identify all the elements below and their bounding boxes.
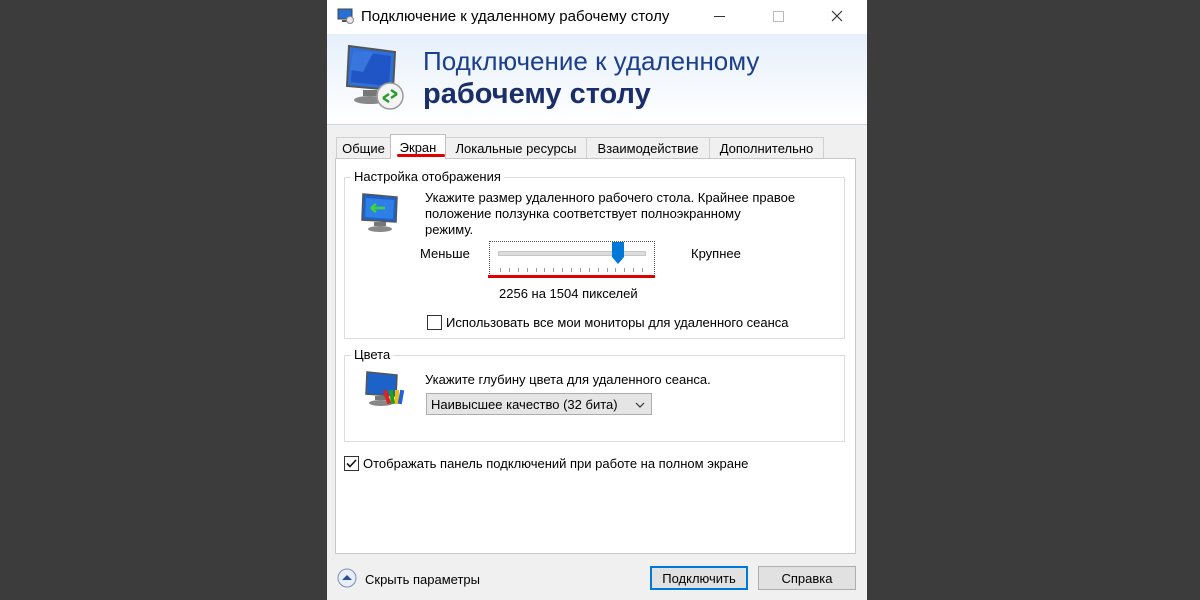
screen-size-slider[interactable] (489, 241, 655, 276)
remote-desktop-monitor-icon (345, 44, 404, 110)
display-monitor-icon (361, 193, 398, 232)
connection-bar-checkbox[interactable] (344, 456, 359, 471)
tab-advanced[interactable]: Дополнительно (709, 137, 824, 158)
maximize-button[interactable] (755, 0, 801, 32)
slider-min-label: Меньше (420, 246, 470, 261)
color-depth-value: Наивысшее качество (32 бита) (431, 396, 618, 412)
remote-desktop-app-icon (337, 8, 354, 24)
minimize-icon (713, 15, 725, 17)
slider-tick (606, 268, 608, 272)
slider-tick (642, 268, 643, 272)
tab-local-resources[interactable]: Локальные ресурсы (445, 137, 587, 158)
help-button[interactable]: Справка (758, 566, 856, 590)
color-palette-icon (365, 371, 405, 406)
tab-display-label: Экран (399, 139, 437, 155)
color-depth-description: Укажите глубину цвета для удаленного сеа… (425, 372, 711, 387)
title-bar: Подключение к удаленному рабочему столу (327, 0, 867, 34)
colors-group: Цвета Укажите глубину цвета для удаленно… (344, 347, 845, 442)
connection-bar-label[interactable]: Отображать панель подключений при работе… (363, 456, 748, 471)
slider-tick (562, 268, 564, 272)
slider-tick (535, 268, 537, 272)
header-banner: Подключение к удаленному рабочему столу (327, 34, 867, 125)
tab-general[interactable]: Общие (336, 137, 391, 158)
slider-tick (624, 268, 626, 272)
slider-tick (571, 268, 572, 272)
slider-max-label: Крупнее (691, 246, 741, 261)
hide-options-button[interactable] (337, 568, 357, 588)
collapse-arrow-icon (337, 568, 357, 588)
display-description-line3: режиму. (425, 222, 474, 237)
slider-tick (553, 268, 555, 272)
tab-panel-display: Настройка отображения Укажите размер уда… (335, 158, 856, 554)
banner-title-line1: Подключение к удаленному (423, 46, 760, 76)
resolution-text: 2256 на 1504 пикселей (499, 286, 638, 301)
multimonitor-checkbox[interactable] (427, 315, 442, 330)
display-settings-label: Настройка отображения (351, 169, 504, 184)
display-description-line1: Укажите размер удаленного рабочего стола… (425, 190, 796, 205)
display-description-line2: положение ползунка соответствует полноэк… (425, 206, 741, 221)
slider-tick (588, 268, 590, 272)
slider-tick (597, 268, 599, 272)
colors-label: Цвета (351, 347, 394, 362)
active-tab-highlight (397, 154, 445, 157)
slider-highlight (488, 275, 655, 278)
hide-options-label[interactable]: Скрыть параметры (365, 572, 480, 587)
display-settings-group: Настройка отображения Укажите размер уда… (344, 169, 845, 339)
rdp-window: Подключение к удаленному рабочему столу … (327, 0, 867, 600)
slider-tick (517, 268, 519, 272)
color-depth-select[interactable]: Наивысшее качество (32 бита) (426, 393, 652, 415)
connect-button[interactable]: Подключить (650, 566, 748, 590)
multimonitor-label[interactable]: Использовать все мои мониторы для удален… (446, 315, 789, 330)
slider-tick (508, 268, 510, 272)
slider-tick (500, 268, 501, 272)
chevron-down-icon (635, 402, 645, 408)
slider-thumb[interactable] (611, 242, 624, 264)
close-icon (831, 10, 843, 22)
slider-tick (579, 268, 581, 272)
slider-tick (544, 268, 546, 272)
banner-title-line2: рабочему столу (423, 78, 651, 110)
minimize-button[interactable] (696, 0, 742, 32)
checkmark-icon (346, 459, 357, 468)
window-title: Подключение к удаленному рабочему столу (361, 8, 670, 25)
slider-tick (526, 268, 528, 272)
slider-tick (615, 268, 617, 272)
maximize-icon (772, 10, 784, 22)
close-button[interactable] (814, 0, 860, 32)
slider-tick (633, 268, 635, 272)
tab-experience[interactable]: Взаимодействие (586, 137, 710, 158)
